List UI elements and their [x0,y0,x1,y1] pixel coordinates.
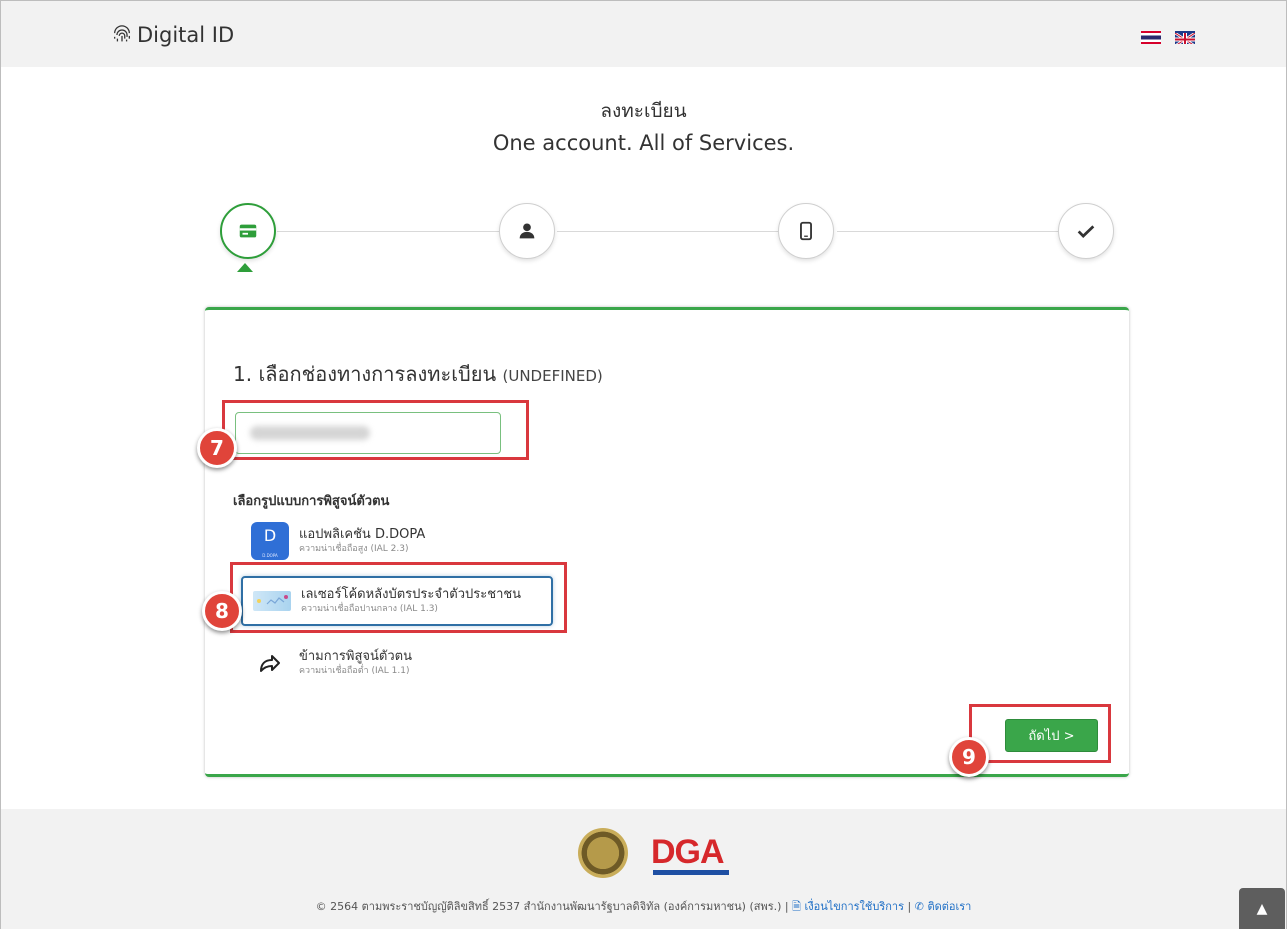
annotation-box-8 [230,562,567,633]
ddopa-app-icon: D D.DOPA [251,522,289,560]
government-seal-logo [578,828,628,878]
language-switcher [1141,31,1195,44]
option-ddopa-app[interactable]: D D.DOPA แอปพลิเคชัน D.DOPA ความน่าเชื่อ… [241,516,553,566]
step-mobile [778,203,834,259]
footer-separator: | [907,900,912,913]
annotation-box-9 [969,704,1111,763]
step-card [220,203,276,259]
copyright-line: © 2564 ตามพระราชบัญญัติลิขสิทธิ์ 2537 สำ… [1,897,1286,917]
copyright-text: © 2564 ตามพระราชบัญญัติลิขสิทธิ์ 2537 สำ… [315,900,789,913]
step-connector [277,231,501,232]
annotation-badge-7: 7 [197,428,237,468]
section-title: 1. เลือกช่องทางการลงทะเบียน (UNDEFINED) [233,358,603,390]
user-icon [519,223,535,239]
step-complete [1058,203,1114,259]
dga-logo-bar [653,870,729,875]
option-assurance: ความน่าเชื่อถือสูง (IAL 2.3) [299,543,409,554]
terms-link-label: เงื่อนไขการใช้บริการ [804,900,904,913]
brand-name: Digital ID [137,23,235,47]
th-flag-icon[interactable] [1141,31,1161,44]
card-icon [239,224,257,238]
terms-link[interactable]: 🗎 เงื่อนไขการใช้บริการ [792,900,907,913]
step-user [499,203,555,259]
fingerprint-icon [114,25,130,42]
uk-flag-svg [1175,31,1195,44]
annotation-badge-8: 8 [202,591,242,631]
page-subtitle: One account. All of Services. [492,131,795,155]
top-bar: Digital ID [1,1,1286,67]
chevron-up-icon: ▲ [1256,901,1268,917]
annotation-badge-9: 9 [949,737,989,777]
uk-flag-icon[interactable] [1175,31,1195,44]
phone-icon: ✆ [914,900,924,913]
option-label: แอปพลิเคชัน D.DOPA [299,527,426,543]
page-title: ลงทะเบียน [600,100,687,122]
step-connector [557,231,781,232]
annotation-box-7 [222,400,529,460]
section-title-hint: (UNDEFINED) [502,367,603,385]
document-icon: 🗎 [792,900,801,913]
option-assurance: ความน่าเชื่อถือต่ำ (IAL 1.1) [299,665,410,676]
scroll-to-top-button[interactable]: ▲ [1239,888,1285,929]
dga-logo: DGA [651,833,725,871]
brand[interactable]: Digital ID [111,23,234,47]
mobile-icon [800,221,812,241]
option-label: ข้ามการพิสูจน์ตัวตน [299,649,412,665]
ddopa-icon-letter: D [263,526,277,545]
check-icon [1077,225,1095,238]
option-skip-verification[interactable]: ข้ามการพิสูจน์ตัวตน ความน่าเชื่อถือต่ำ (… [241,638,553,688]
contact-link-label: ติดต่อเรา [927,900,972,913]
contact-link[interactable]: ✆ ติดต่อเรา [915,900,972,913]
skip-arrow-icon [251,644,289,682]
ddopa-icon-caption: D.DOPA [262,553,278,558]
section-title-text: 1. เลือกช่องทางการลงทะเบียน [233,362,497,386]
step-connector [837,231,1059,232]
verification-method-label: เลือกรูปแบบการพิสูจน์ตัวตน [233,494,390,509]
active-step-caret [237,263,253,272]
